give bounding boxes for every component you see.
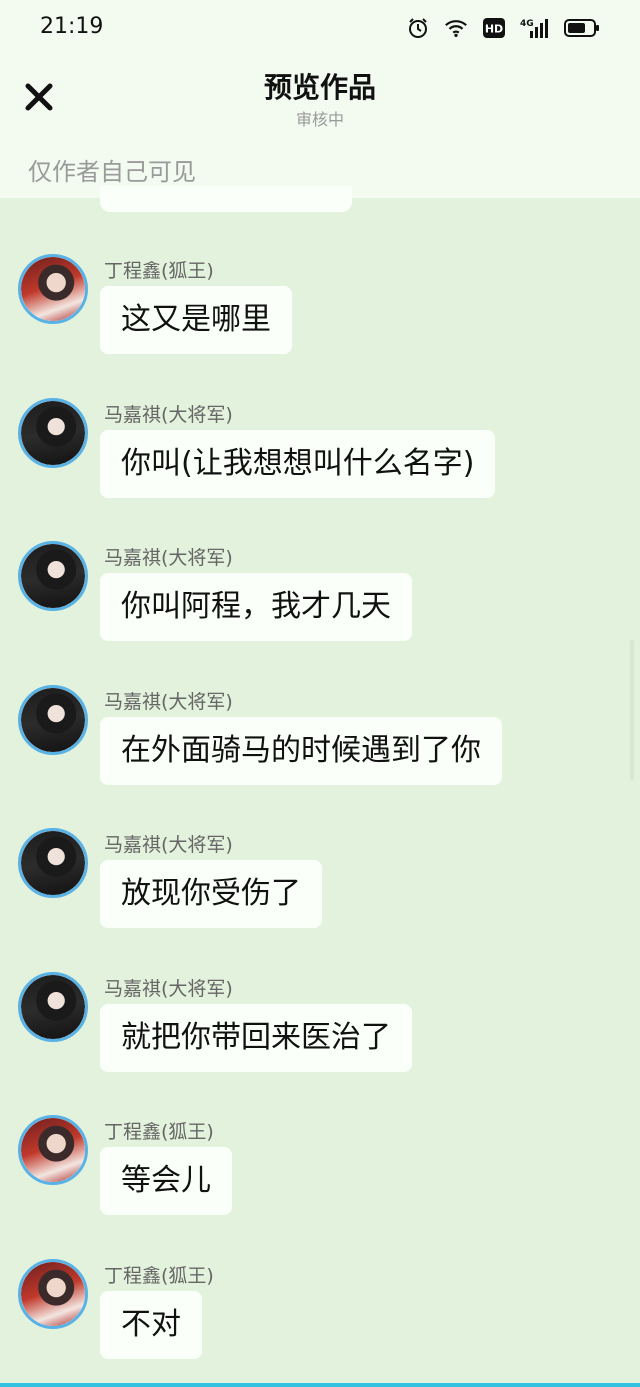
scrollbar[interactable] — [630, 640, 634, 780]
alarm-icon — [406, 16, 430, 40]
review-status: 审核中 — [295, 110, 344, 129]
chat-message: 丁程鑫(狐王) 这又是哪里 — [0, 254, 640, 384]
battery-icon — [564, 16, 600, 40]
avatar[interactable] — [18, 254, 88, 324]
signal-4g-icon: 4G — [520, 16, 550, 40]
avatar[interactable] — [18, 1259, 88, 1329]
status-bar: 21:19 HD 4G — [0, 0, 640, 56]
message-bubble[interactable]: 放现你受伤了 — [100, 860, 322, 928]
message-bubble[interactable]: 你叫阿程，我才几天 — [100, 573, 412, 641]
message-bubble[interactable]: 你叫(让我想想叫什么名字) — [100, 430, 496, 498]
message-bubble[interactable]: 这又是哪里 — [100, 286, 292, 354]
chat-message: 丁程鑫(狐王) 等会儿 — [0, 1115, 640, 1245]
app-header: 预览作品 审核中 仅作者自己可见 — [0, 56, 640, 198]
avatar[interactable] — [18, 972, 88, 1042]
message-bubble[interactable]: 等会儿 — [100, 1147, 232, 1215]
sender-name: 丁程鑫(狐王) — [104, 260, 214, 282]
sender-name: 丁程鑫(狐王) — [104, 1121, 214, 1143]
avatar[interactable] — [18, 541, 88, 611]
chat-message: 马嘉祺(大将军) 你叫阿程，我才几天 — [0, 541, 640, 671]
sender-name: 马嘉祺(大将军) — [104, 691, 233, 713]
sender-name: 马嘉祺(大将军) — [104, 834, 233, 856]
chat-message: 丁程鑫(狐王) 不对 — [0, 1259, 640, 1384]
chat-message: 马嘉祺(大将军) 在外面骑马的时候遇到了你 — [0, 685, 640, 815]
message-bubble[interactable]: 不对 — [100, 1291, 202, 1359]
chat-message: 马嘉祺(大将军) 你叫(让我想想叫什么名字) — [0, 398, 640, 528]
bottom-accent-bar — [0, 1383, 640, 1387]
message-bubble[interactable]: 在外面骑马的时候遇到了你 — [100, 717, 502, 785]
message-bubble[interactable]: 就把你带回来医治了 — [100, 1004, 412, 1072]
hd-label: HD — [485, 23, 503, 36]
status-icons: HD 4G — [406, 16, 600, 40]
page-title: 预览作品 — [263, 71, 376, 104]
sender-name: 马嘉祺(大将军) — [104, 547, 233, 569]
sender-name: 马嘉祺(大将军) — [104, 978, 233, 1000]
hd-icon: HD — [482, 16, 506, 40]
avatar[interactable] — [18, 398, 88, 468]
sender-name: 丁程鑫(狐王) — [104, 1265, 214, 1287]
wifi-icon — [444, 16, 468, 40]
chat-message: 马嘉祺(大将军) 就把你带回来医治了 — [0, 972, 640, 1102]
visibility-notice: 仅作者自己可见 — [28, 158, 196, 186]
chat-list[interactable]: 丁程鑫(狐王) 这又是哪里 马嘉祺(大将军) 你叫(让我想想叫什么名字) 马嘉祺… — [0, 198, 640, 1384]
status-time: 21:19 — [40, 14, 104, 39]
avatar[interactable] — [18, 828, 88, 898]
network-label: 4G — [520, 19, 534, 29]
chat-message: 马嘉祺(大将军) 放现你受伤了 — [0, 828, 640, 958]
avatar[interactable] — [18, 1115, 88, 1185]
avatar[interactable] — [18, 685, 88, 755]
sender-name: 马嘉祺(大将军) — [104, 404, 233, 426]
